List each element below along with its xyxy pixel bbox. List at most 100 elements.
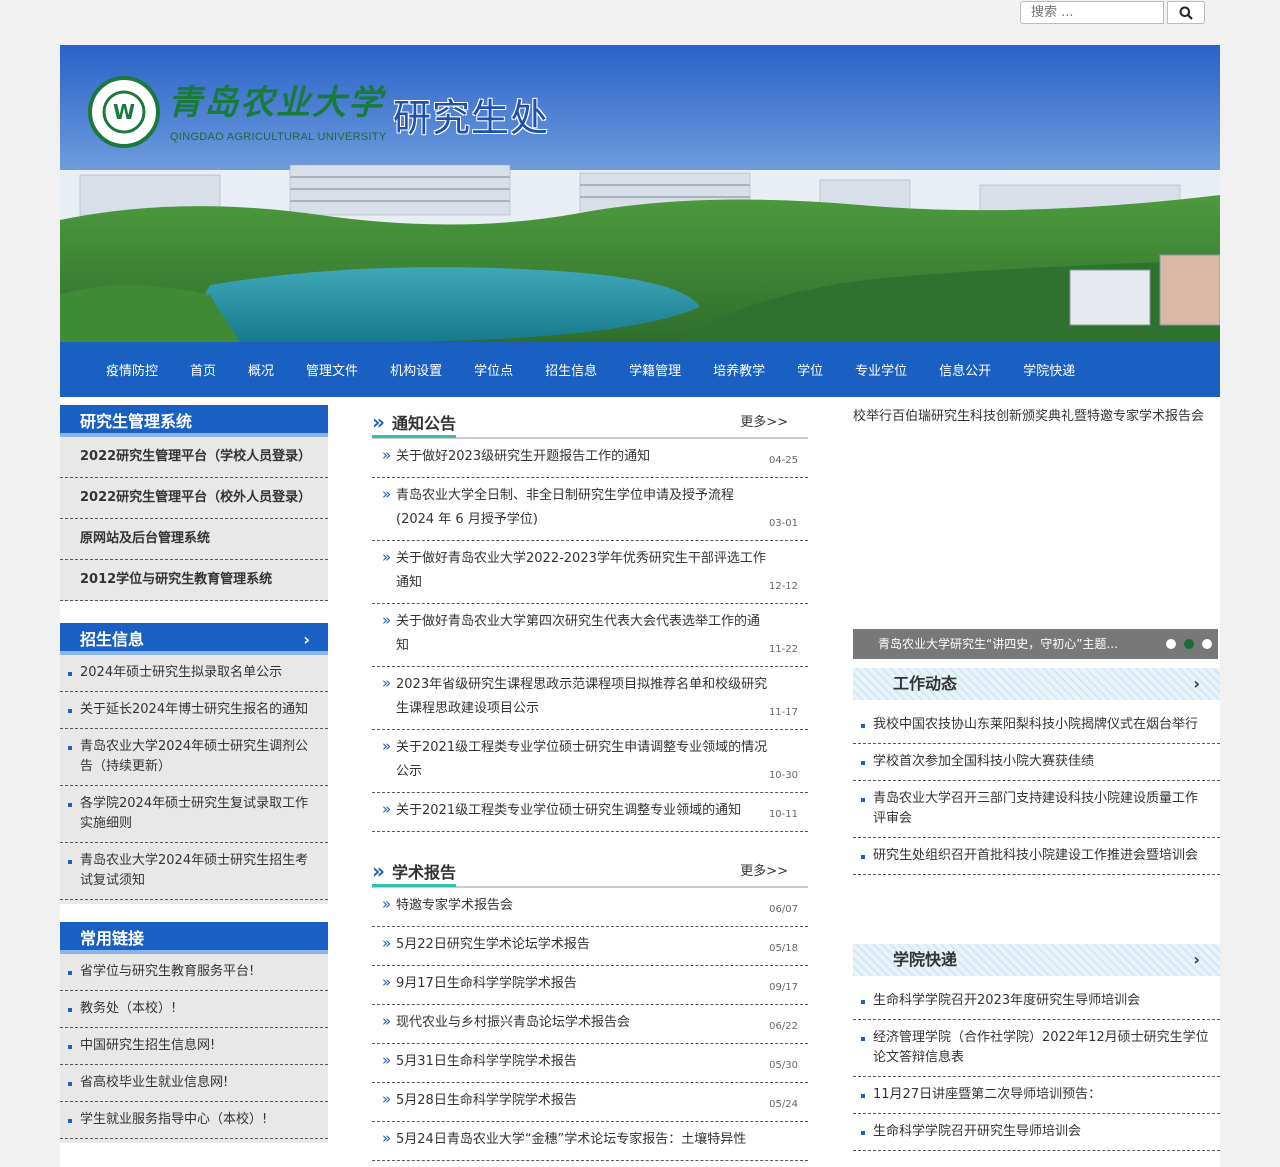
notice-item[interactable]: 关于做好青岛农业大学2022-2023学年优秀研究生干部评选工作通知12-12 (372, 541, 808, 604)
notice-title: 关于做好青岛农业大学2022-2023学年优秀研究生干部评选工作通知 (396, 551, 766, 590)
slider-caption: 青岛农业大学研究生“讲四史，守初心”主题... (878, 637, 1118, 651)
notice-title: 关于2021级工程类专业学位硕士研究生申请调整专业领域的情况公示 (396, 740, 768, 779)
report-item[interactable]: 5月22日研究生学术论坛学术报告 05/18 (372, 927, 808, 966)
system-link[interactable]: 2022研究生管理平台（学校人员登录） (60, 437, 328, 478)
slider-dot[interactable] (1202, 639, 1212, 649)
list-item[interactable]: 省学位与研究生教育服务平台! (60, 954, 328, 991)
list-item[interactable]: 学生就业服务指导中心（本校）! (60, 1102, 328, 1139)
nav-item[interactable]: 学院快递 (1007, 360, 1091, 379)
slider-dot[interactable] (1166, 639, 1176, 649)
report-title: 5月22日研究生学术论坛学术报告 (396, 937, 590, 952)
list-item[interactable]: 青岛农业大学2024年硕士研究生招生考试复试须知 (60, 843, 328, 900)
notice-item[interactable]: 青岛农业大学全日制、非全日制研究生学位申请及授予流程(2024 年 6 月授予学… (372, 478, 808, 541)
list-item[interactable]: 11月27日讲座暨第二次导师培训预告： (853, 1077, 1220, 1114)
report-title: 5月28日生命科学学院学术报告 (396, 1093, 577, 1108)
report-item[interactable]: 5月24日青岛农业大学“金穗”学术论坛专家报告：土壤特异性 (372, 1122, 808, 1161)
report-title: 5月31日生命科学学院学术报告 (396, 1054, 577, 1069)
list-item[interactable]: 我校中国农技协山东莱阳梨科技小院揭牌仪式在烟台举行 (853, 707, 1220, 744)
report-item[interactable]: 9月17日生命科学学院学术报告 09/17 (372, 966, 808, 1005)
list-item[interactable]: 省高校毕业生就业信息网! (60, 1065, 328, 1102)
list-item[interactable]: 学校首次参加全国科技小院大赛获佳绩 (853, 744, 1220, 781)
list-item[interactable]: 青岛农业大学召开三部门支持建设科技小院建设质量工作评审会 (853, 781, 1220, 838)
reports-header: 学术报告 更多>> (372, 854, 808, 888)
notice-title: 关于做好2023级研究生开题报告工作的通知 (396, 449, 651, 464)
report-item[interactable]: 5月31日生命科学学院学术报告 05/30 (372, 1044, 808, 1083)
left-sidebar: 研究生管理系统 2022研究生管理平台（学校人员登录） 2022研究生管理平台（… (60, 405, 328, 1143)
nav-item[interactable]: 机构设置 (374, 360, 458, 379)
image-slider-caption-bar[interactable]: 青岛农业大学研究生“讲四史，守初心”主题... (853, 629, 1218, 659)
university-name-en: QINGDAO AGRICULTURAL UNIVERSITY (170, 131, 387, 143)
admissions-panel-header[interactable]: 招生信息 › (60, 623, 328, 655)
notice-item[interactable]: 关于2021级工程类专业学位硕士研究生申请调整专业领域的情况公示10-30 (372, 730, 808, 793)
list-item[interactable]: 各学院2024年硕士研究生复试录取工作实施细则 (60, 786, 328, 843)
notice-date: 10-11 (768, 809, 798, 820)
nav-item[interactable]: 学位 (781, 360, 839, 379)
notice-date: 11-17 (768, 707, 798, 718)
report-date: 05/18 (769, 943, 798, 954)
nav-item[interactable]: 学位点 (458, 360, 529, 379)
report-item[interactable]: 5月28日生命科学学院学术报告 05/24 (372, 1083, 808, 1122)
nav-item[interactable]: 管理文件 (290, 360, 374, 379)
nav-item[interactable]: 概况 (232, 360, 290, 379)
slider-dot-active[interactable] (1184, 639, 1194, 649)
notice-date: 03-01 (768, 518, 798, 529)
nav-item[interactable]: 首页 (174, 360, 232, 379)
reports-title: 学术报告 (372, 862, 457, 887)
nav-item[interactable]: 专业学位 (839, 360, 923, 379)
systems-panel-title: 研究生管理系统 (60, 405, 328, 437)
notices-title: 通知公告 (372, 413, 457, 438)
notices-more-link[interactable]: 更多>> (740, 411, 788, 430)
notice-date: 04-25 (768, 455, 798, 466)
report-date: 05/30 (769, 1060, 798, 1071)
chevron-right-icon[interactable]: › (1193, 668, 1200, 700)
slider-dots (1166, 639, 1212, 649)
news-marquee[interactable]: 校举行百伯瑞研究生科技创新颁奖典礼暨特邀专家学术报告会 (853, 405, 1220, 427)
notice-title: 关于2021级工程类专业学位硕士研究生调整专业领域的通知 (396, 803, 742, 818)
list-item[interactable]: 2024年硕士研究生拟录取名单公示 (60, 655, 328, 692)
notices-header: 通知公告 更多>> (372, 405, 808, 439)
systems-list: 2022研究生管理平台（学校人员登录） 2022研究生管理平台（校外人员登录） … (60, 437, 328, 601)
system-link[interactable]: 2012学位与研究生教育管理系统 (60, 560, 328, 601)
report-date: 09/17 (769, 982, 798, 993)
notice-item[interactable]: 关于做好2023级研究生开题报告工作的通知 04-25 (372, 439, 808, 478)
notice-item[interactable]: 2023年省级研究生课程思政示范课程项目拟推荐名单和校级研究生课程思政建设项目公… (372, 667, 808, 730)
main-column: 通知公告 更多>> 关于做好2023级研究生开题报告工作的通知 04-25 青岛农… (372, 405, 808, 1161)
svg-text:W: W (113, 100, 135, 124)
nav-item[interactable]: 培养教学 (697, 360, 781, 379)
admissions-list: 2024年硕士研究生拟录取名单公示 关于延长2024年博士研究生报名的通知 青岛… (60, 655, 328, 904)
right-column: 校举行百伯瑞研究生科技创新颁奖典礼暨特邀专家学术报告会 青岛农业大学研究生“讲四… (853, 405, 1220, 1151)
report-item[interactable]: 特邀专家学术报告会 06/07 (372, 888, 808, 927)
list-item[interactable]: 教务处（本校）! (60, 991, 328, 1028)
page-container: W 青岛农业大学 QINGDAO AGRICULTURAL UNIVERSITY… (60, 45, 1220, 1167)
nav-item[interactable]: 学籍管理 (613, 360, 697, 379)
list-item[interactable]: 中国研究生招生信息网! (60, 1028, 328, 1065)
list-item[interactable]: 关于延长2024年博士研究生报名的通知 (60, 692, 328, 729)
admissions-panel-title: 招生信息 (80, 630, 145, 649)
work-news-header[interactable]: 工作动态 › (853, 668, 1220, 700)
links-list: 省学位与研究生教育服务平台! 教务处（本校）! 中国研究生招生信息网! 省高校毕… (60, 954, 328, 1143)
reports-more-link[interactable]: 更多>> (740, 860, 788, 879)
search-input[interactable] (1020, 1, 1164, 24)
college-news-header[interactable]: 学院快递 › (853, 944, 1220, 976)
report-date: 06/22 (769, 1021, 798, 1032)
nav-item[interactable]: 疫情防控 (90, 360, 174, 379)
system-link[interactable]: 原网站及后台管理系统 (60, 519, 328, 560)
search-button[interactable] (1167, 1, 1205, 24)
college-news-list: 生命科学学院召开2023年度研究生导师培训会 经济管理学院（合作社学院）2022… (853, 983, 1220, 1151)
chevron-right-icon[interactable]: › (303, 623, 310, 657)
list-item[interactable]: 青岛农业大学2024年硕士研究生调剂公告（持续更新） (60, 729, 328, 786)
notice-item[interactable]: 关于做好青岛农业大学第四次研究生代表大会代表选举工作的通知 11-22 (372, 604, 808, 667)
chevron-right-icon[interactable]: › (1193, 944, 1200, 976)
report-date: 05/24 (769, 1099, 798, 1110)
list-item[interactable]: 生命科学学院召开研究生导师培训会 (853, 1114, 1220, 1151)
nav-item[interactable]: 信息公开 (923, 360, 1007, 379)
list-item[interactable]: 经济管理学院（合作社学院）2022年12月硕士研究生学位论文答辩信息表 (853, 1020, 1220, 1077)
system-link[interactable]: 2022研究生管理平台（校外人员登录） (60, 478, 328, 519)
list-item[interactable]: 生命科学学院召开2023年度研究生导师培训会 (853, 983, 1220, 1020)
search-icon (1179, 6, 1193, 20)
notice-item[interactable]: 关于2021级工程类专业学位硕士研究生调整专业领域的通知 10-11 (372, 793, 808, 832)
report-item[interactable]: 现代农业与乡村振兴青岛论坛学术报告会 06/22 (372, 1005, 808, 1044)
report-title: 特邀专家学术报告会 (396, 898, 514, 913)
list-item[interactable]: 研究生处组织召开首批科技小院建设工作推进会暨培训会 (853, 838, 1220, 875)
nav-item[interactable]: 招生信息 (529, 360, 613, 379)
